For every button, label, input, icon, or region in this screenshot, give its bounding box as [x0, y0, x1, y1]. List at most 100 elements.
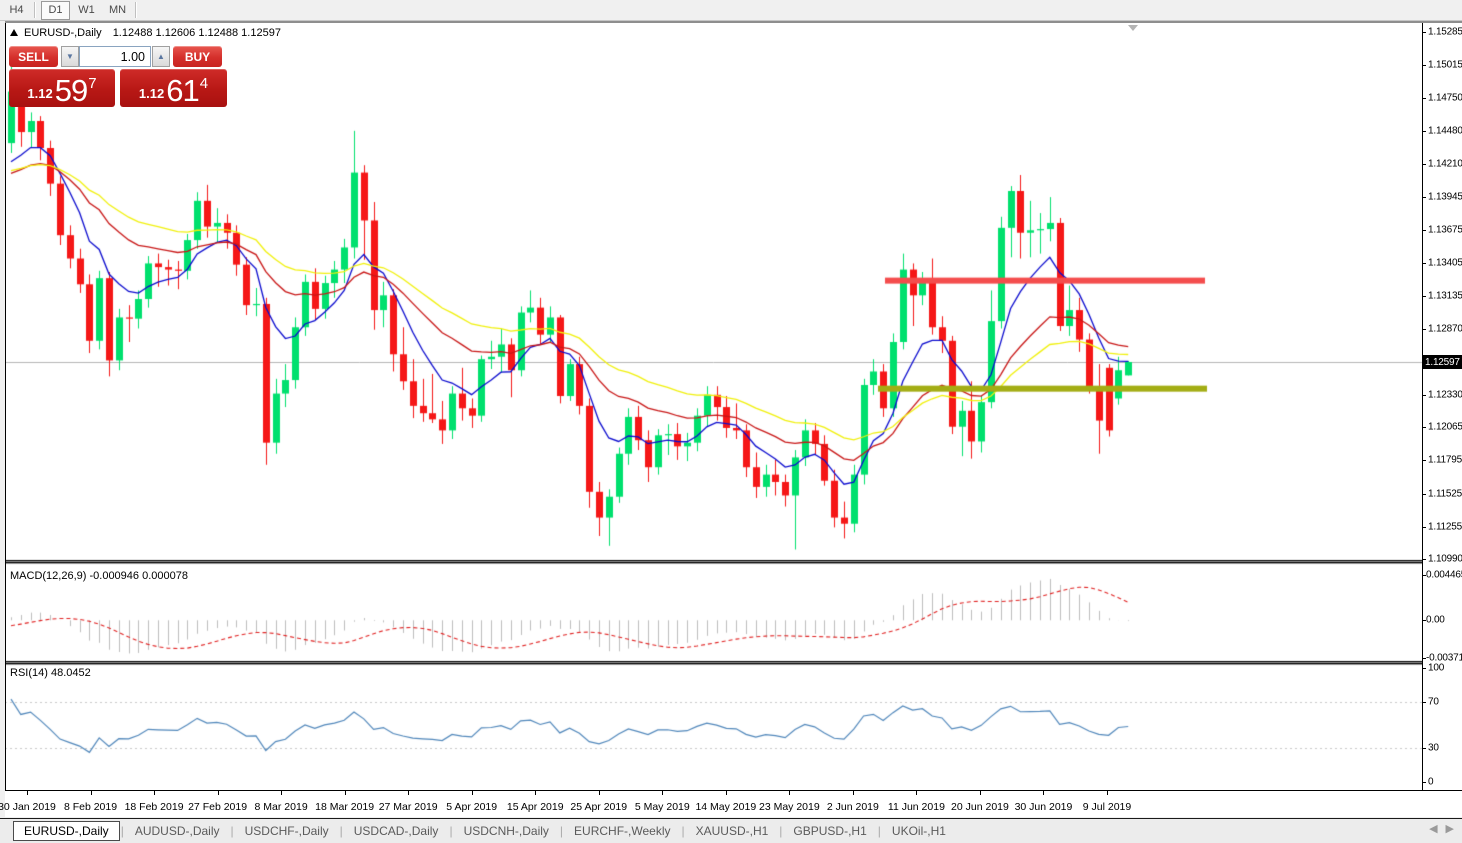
date-axis-tick: [535, 791, 536, 795]
timeframe-w1-button[interactable]: W1: [72, 1, 101, 20]
ohlc-high: 1.12606: [156, 27, 196, 39]
price-axis-tick: [1422, 263, 1426, 264]
price-axis-tick: [1422, 427, 1426, 428]
symbol-tab-usdcnh[interactable]: USDCNH-,Daily: [454, 822, 559, 840]
price-chart-canvas[interactable]: [5, 23, 1422, 790]
date-axis-label: 9 Jul 2019: [1083, 801, 1131, 813]
date-axis-tick: [408, 791, 409, 795]
price-axis-label: 1.10990: [1428, 554, 1462, 565]
sell-price-base: 1.12: [27, 86, 52, 101]
date-axis-label: 11 Jun 2019: [888, 801, 945, 813]
rsi-axis-label: 30: [1428, 742, 1439, 753]
rsi-axis-tick: [1422, 702, 1426, 703]
date-axis-label: 8 Feb 2019: [64, 801, 117, 813]
date-axis-tick: [345, 791, 346, 795]
buy-price-tile[interactable]: 1.12614: [120, 69, 227, 107]
price-axis-tick: [1422, 197, 1426, 198]
buy-button[interactable]: BUY: [173, 46, 222, 67]
price-axis-border: [1422, 23, 1423, 791]
timeframe-d1-button[interactable]: D1: [41, 1, 70, 20]
price-axis-tick: [1422, 164, 1426, 165]
price-axis-label: 1.12870: [1428, 323, 1462, 334]
rsi-axis-label: 100: [1428, 663, 1444, 674]
symbol-tab-xauusd[interactable]: XAUUSD-,H1: [686, 822, 779, 840]
symbol-tab-ukoil[interactable]: UKOil-,H1: [882, 822, 956, 840]
volume-increase-button[interactable]: ▲: [152, 46, 170, 67]
date-axis-label: 18 Mar 2019: [315, 801, 374, 813]
buy-price-pip: 4: [200, 75, 208, 92]
rsi-axis-tick: [1422, 668, 1426, 669]
date-axis-tick: [726, 791, 727, 795]
date-axis-tick: [789, 791, 790, 795]
price-axis-tick: [1422, 460, 1426, 461]
buy-price-big: 61: [166, 76, 198, 105]
price-axis-tick: [1422, 395, 1426, 396]
tab-separator: |: [231, 824, 234, 838]
price-axis-label: 1.14210: [1428, 158, 1462, 169]
date-axis-tick: [853, 791, 854, 795]
date-axis-tick: [281, 791, 282, 795]
date-axis-tick: [27, 791, 28, 795]
price-axis-label: 1.11795: [1428, 455, 1462, 466]
macd-axis-label: 0.004465: [1426, 570, 1462, 581]
chart-header: EURUSD-,Daily 1.12488 1.12606 1.12488 1.…: [10, 27, 281, 39]
date-axis-label: 25 Apr 2019: [570, 801, 627, 813]
date-axis-label: 30 Jun 2019: [1015, 801, 1073, 813]
rsi-label: RSI(14) 48.0452: [10, 667, 91, 679]
price-axis-label: 1.13405: [1428, 257, 1462, 268]
symbol-tab-eurusd[interactable]: EURUSD-,Daily: [13, 821, 120, 841]
symbol-tab-usdchf[interactable]: USDCHF-,Daily: [235, 822, 339, 840]
rsi-axis-tick: [1422, 782, 1426, 783]
date-axis-tick: [91, 791, 92, 795]
symbol-tab-usdcad[interactable]: USDCAD-,Daily: [344, 822, 449, 840]
sell-button[interactable]: SELL: [9, 46, 58, 67]
price-axis-tick: [1422, 494, 1426, 495]
tab-separator: |: [681, 824, 684, 838]
date-axis-label: 30 Jan 2019: [0, 801, 56, 813]
ohlc-close: 1.12597: [241, 27, 281, 39]
date-axis-label: 20 Jun 2019: [951, 801, 1009, 813]
scroll-to-end-icon[interactable]: [1128, 25, 1138, 31]
tab-separator: |: [560, 824, 563, 838]
date-axis-label: 15 Apr 2019: [507, 801, 564, 813]
sell-price-tile[interactable]: 1.12597: [9, 69, 115, 107]
tab-scroll-left-icon[interactable]: ◀: [1429, 822, 1437, 835]
date-axis-label: 14 May 2019: [695, 801, 756, 813]
timeframe-mn-button[interactable]: MN: [103, 1, 132, 20]
date-axis-tick: [662, 791, 663, 795]
rsi-value: 48.0452: [51, 667, 91, 679]
date-axis-tick: [916, 791, 917, 795]
price-axis-tick: [1422, 98, 1426, 99]
ohlc-open: 1.12488: [113, 27, 153, 39]
price-axis-label: 1.15015: [1428, 60, 1462, 71]
macd-values: -0.000946 0.000078: [89, 570, 187, 582]
tab-separator: |: [779, 824, 782, 838]
price-axis-label: 1.13675: [1428, 224, 1462, 235]
symbol-tab-eurchf[interactable]: EURCHF-,Weekly: [564, 822, 680, 840]
tab-separator: |: [340, 824, 343, 838]
macd-axis-tick: [1422, 620, 1426, 621]
ohlc-low: 1.12488: [198, 27, 238, 39]
price-axis-tick: [1422, 131, 1426, 132]
rsi-axis-label: 70: [1428, 697, 1439, 708]
symbol-tab-audusd[interactable]: AUDUSD-,Daily: [125, 822, 230, 840]
sell-price-pip: 7: [88, 75, 96, 92]
collapse-panel-icon[interactable]: [10, 29, 18, 36]
symbol-tab-gbpusd[interactable]: GBPUSD-,H1: [783, 822, 876, 840]
chart-symbol-label: EURUSD-,Daily: [24, 27, 102, 39]
tab-separator: |: [121, 824, 124, 838]
date-axis-label: 5 Apr 2019: [446, 801, 497, 813]
volume-decrease-button[interactable]: ▼: [61, 46, 79, 67]
price-axis-label: 1.11525: [1428, 488, 1462, 499]
tab-separator: |: [449, 824, 452, 838]
price-axis-tick: [1422, 296, 1426, 297]
chevron-down-icon: ▼: [66, 52, 74, 61]
macd-axis-tick: [1422, 658, 1426, 659]
date-axis-border: [5, 790, 1462, 791]
volume-input[interactable]: [79, 46, 151, 67]
timeframe-h4-button[interactable]: H4: [2, 1, 31, 20]
price-axis-tick: [1422, 559, 1426, 560]
price-axis-label: 1.13945: [1428, 191, 1462, 202]
chart-left-border: [5, 23, 6, 790]
tab-scroll-right-icon[interactable]: ▶: [1446, 822, 1454, 835]
